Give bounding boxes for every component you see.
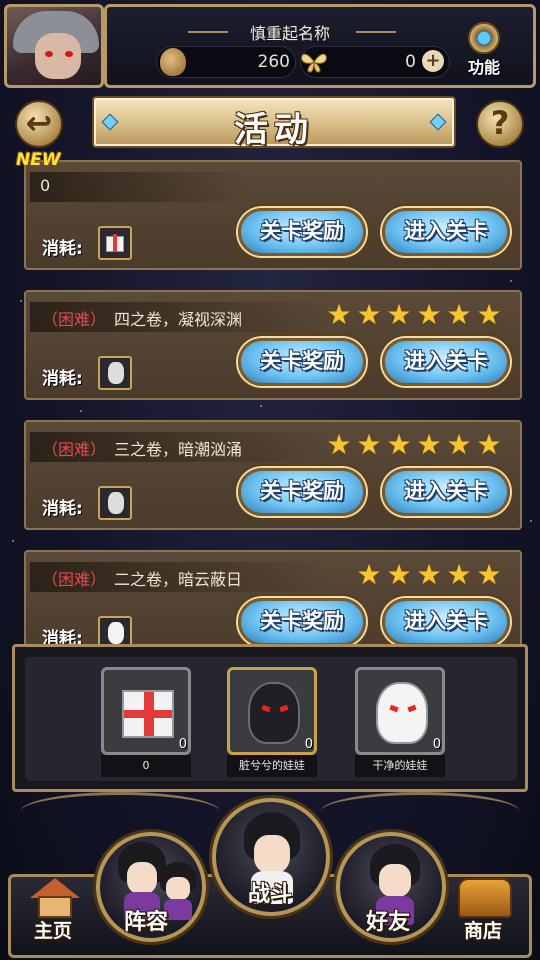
page-title: 活动 (234, 110, 314, 150)
dark-doll-icon (98, 486, 132, 520)
cost-label: 消耗: (42, 629, 83, 644)
treasure-chest-icon (458, 878, 512, 918)
stage-name: 三之卷，暗潮汹涌 (114, 440, 243, 459)
stage-reward-button[interactable]: 关卡奖励 (238, 468, 366, 516)
star-icon: ★ (476, 428, 502, 461)
help-button[interactable]: ? (476, 100, 524, 148)
back-button[interactable]: ↩ (15, 100, 63, 148)
gift-box-icon (122, 690, 174, 738)
item-count: 0 (304, 737, 313, 752)
star-icon: ★ (416, 558, 442, 591)
player-name: 慎重起名称 (249, 24, 330, 43)
star-icon: ★ (476, 298, 502, 331)
stage-card: 0 消耗: 关卡奖励 进入关卡 (24, 160, 522, 270)
item-label: 干净的娃娃 (355, 755, 445, 777)
cost-label: 消耗: (42, 499, 83, 519)
star-icon: ★ (446, 428, 472, 461)
new-badge: NEW (16, 150, 61, 170)
item-label: 0 (101, 755, 191, 777)
stage-reward-button[interactable]: 关卡奖励 (238, 598, 366, 644)
dark-doll-icon (248, 682, 300, 744)
star-icon: ★ (356, 558, 382, 591)
star-icon: ★ (356, 428, 382, 461)
player-avatar[interactable] (4, 4, 104, 88)
title-plate: 活动 (92, 96, 456, 150)
white-doll-icon (98, 616, 132, 644)
butterfly-icon (301, 53, 327, 73)
inventory-slot[interactable]: 0 0 (101, 667, 191, 777)
character-portrait (118, 842, 166, 921)
house-icon (30, 878, 80, 918)
white-doll-icon (376, 682, 428, 744)
ornament-right (320, 792, 520, 832)
star-icon: ★ (326, 428, 352, 461)
ornament-left (20, 792, 220, 832)
stage-name: 0 (40, 176, 51, 195)
star-rating: ★ ★ ★ ★ ★ ★ (326, 428, 506, 461)
star-icon: ★ (446, 298, 472, 331)
stage-card: （困难） 三之卷，暗潮汹涌 ★ ★ ★ ★ ★ ★ 消耗: 关卡奖励 进入关卡 (24, 420, 522, 530)
nav-lineup-label[interactable]: 阵容 (124, 904, 168, 936)
stone-count: 260 (257, 52, 290, 72)
difficulty-label: （困难） (42, 310, 107, 329)
stage-name: 四之卷，凝视深渊 (114, 310, 243, 329)
top-status-bar: 慎重起名称 260 0 + 功能 (0, 0, 540, 92)
star-icon: ★ (356, 298, 382, 331)
inventory-slot[interactable]: 0 脏兮兮的娃娃 (227, 667, 317, 777)
star-rating: ★ ★ ★ ★ ★ ★ (326, 298, 506, 331)
stage-reward-button[interactable]: 关卡奖励 (238, 208, 366, 256)
inventory-panel: 0 0 0 脏兮兮的娃娃 0 干净的娃娃 (12, 644, 528, 792)
item-count: 0 (432, 737, 441, 752)
dark-doll-icon (98, 356, 132, 390)
cost-label: 消耗: (42, 239, 83, 259)
cost-label: 消耗: (42, 369, 83, 389)
stage-card: （困难） 二之卷，暗云蔽日 ★ ★ ★ ★ ★ 消耗: 关卡奖励 进入关卡 (24, 550, 522, 644)
gift-box-icon (98, 226, 132, 260)
butterfly-count: 0 (405, 52, 416, 72)
bottom-nav: 主页 阵容 战斗 好友 商店 (0, 792, 540, 960)
nav-battle-label[interactable]: 战斗 (248, 876, 292, 908)
stone-icon (160, 48, 186, 76)
item-count: 0 (178, 737, 187, 752)
star-icon: ★ (326, 298, 352, 331)
enter-stage-button[interactable]: 进入关卡 (382, 208, 510, 256)
stage-reward-button[interactable]: 关卡奖励 (238, 338, 366, 386)
enter-stage-button[interactable]: 进入关卡 (382, 338, 510, 386)
star-icon: ★ (446, 558, 472, 591)
enter-stage-button[interactable]: 进入关卡 (382, 468, 510, 516)
star-rating: ★ ★ ★ ★ ★ (356, 558, 506, 591)
star-icon: ★ (386, 558, 412, 591)
star-icon: ★ (386, 428, 412, 461)
item-label: 脏兮兮的娃娃 (227, 755, 317, 777)
star-icon: ★ (476, 558, 502, 591)
inventory-slot[interactable]: 0 干净的娃娃 (355, 667, 445, 777)
difficulty-label: （困难） (42, 440, 107, 459)
enter-stage-button[interactable]: 进入关卡 (382, 598, 510, 644)
star-icon: ★ (386, 298, 412, 331)
settings-label[interactable]: 功能 (458, 54, 510, 78)
stage-list[interactable]: 0 消耗: 关卡奖励 进入关卡 （困难） 四之卷，凝视深渊 ★ ★ ★ ★ ★ … (0, 158, 540, 644)
add-currency-button[interactable]: + (422, 50, 444, 72)
gear-icon (468, 22, 500, 54)
nav-shop-label: 商店 (464, 920, 503, 942)
star-icon: ★ (416, 428, 442, 461)
nav-friends-label[interactable]: 好友 (366, 904, 410, 936)
difficulty-label: （困难） (42, 570, 107, 589)
star-icon: ★ (416, 298, 442, 331)
stage-card: （困难） 四之卷，凝视深渊 ★ ★ ★ ★ ★ ★ 消耗: 关卡奖励 进入关卡 (24, 290, 522, 400)
nav-home-label: 主页 (34, 920, 73, 942)
stage-name: 二之卷，暗云蔽日 (114, 570, 243, 589)
